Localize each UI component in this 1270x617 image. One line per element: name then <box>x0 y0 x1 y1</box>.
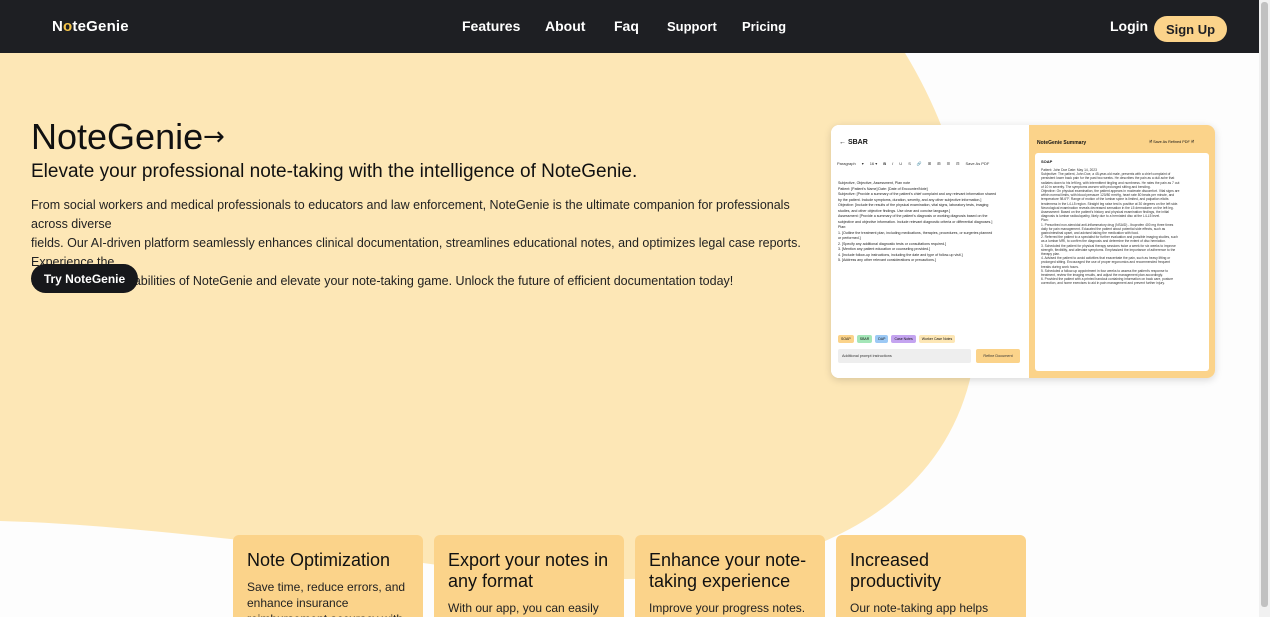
feature-card-export: Export your notes in any format With our… <box>434 535 624 617</box>
summary-panel: NoteGenie Summary 🗎 Save As Refined PDF … <box>1029 125 1215 378</box>
editor-toolbar: Paragraph ▾ 16 ▾ B I U S 🔗 ⊞ ⊞ ☰ ⊟ Save … <box>837 161 1023 169</box>
nav-link-features[interactable]: Features <box>462 18 520 34</box>
app-preview-image: ← SBAR Paragraph ▾ 16 ▾ B I U S 🔗 ⊞ ⊞ ☰ … <box>831 125 1215 378</box>
feature-card-title: Increased productivity <box>850 550 942 591</box>
login-link[interactable]: Login <box>1110 18 1148 34</box>
hero-description: From social workers and medical professi… <box>31 196 821 291</box>
top-navbar: NoteGenie Features About Faq Support Pri… <box>0 0 1259 53</box>
template-chips: SOAP SBAR DAP Case Notes Worker Case Not… <box>838 335 956 343</box>
summary-document: SOAP Patient: John Doe Date: May 14, 202… <box>1035 153 1209 371</box>
editor-line: Subjective: [Provide a summary of the pa… <box>838 192 997 196</box>
toolbar-item: B <box>883 161 887 166</box>
notegenie-logo[interactable]: NoteGenie <box>52 18 129 35</box>
hero-description-line: From social workers and medical professi… <box>31 198 790 231</box>
logo-text-part: teGenie <box>72 18 129 35</box>
toolbar-item: ⊞ <box>937 161 941 166</box>
nav-link-pricing[interactable]: Pricing <box>742 19 786 34</box>
toolbar-item: ⊞ <box>927 161 932 166</box>
feature-card-title: Note Optimization <box>247 550 391 570</box>
hero-subtitle: Elevate your professional note-taking wi… <box>31 161 638 182</box>
toolbar-item: 16 ▾ <box>869 161 878 166</box>
refine-document-preview: Refine Document <box>976 349 1020 363</box>
toolbar-item: ▾ <box>861 161 864 166</box>
scrollbar-thumb[interactable] <box>1261 2 1268 607</box>
chip-worker-case-notes: Worker Case Notes <box>918 335 956 343</box>
logo-text-part: N <box>52 18 64 35</box>
feature-card-body: With our app, you can easily <box>448 601 599 615</box>
back-sbar-label: ← SBAR <box>839 139 868 146</box>
feature-card-title: Enhance your note-taking experience <box>649 550 807 591</box>
toolbar-item: ☰ <box>946 161 951 166</box>
try-notegenie-button[interactable]: Try NoteGenie <box>31 264 138 293</box>
nav-link-faq[interactable]: Faq <box>614 18 639 34</box>
toolbar-item: Save As PDF <box>965 161 990 166</box>
summary-title: NoteGenie Summary <box>1037 140 1087 146</box>
prompt-input-preview: Additional prompt instructions <box>838 349 971 363</box>
toolbar-item: U <box>899 161 903 166</box>
editor-line: 5. [Address any other relevant considera… <box>838 258 936 262</box>
toolbar-item: Paragraph <box>837 161 856 166</box>
toolbar-item: S <box>908 161 911 166</box>
hero-description-line: transformative capabilities of NoteGenie… <box>31 274 734 288</box>
feature-card-productivity: Increased productivity Our note-taking a… <box>836 535 1026 617</box>
feature-card-title: Export your notes in any format <box>448 550 609 591</box>
summary-doc-heading: SOAP <box>1041 159 1053 164</box>
nav-link-about[interactable]: About <box>545 18 585 34</box>
editor-panel: ← SBAR Paragraph ▾ 16 ▾ B I U S 🔗 ⊞ ⊞ ☰ … <box>831 125 1029 378</box>
page-scrollbar[interactable] <box>1259 0 1270 617</box>
summary-actions: 🗎 Save As Refined PDF 🗎 <box>1149 140 1194 144</box>
summary-line: correction, and home exercises to aid in… <box>1041 281 1165 286</box>
feature-card-body: Improve your progress notes. <box>649 601 806 615</box>
hero-title: NoteGenie <box>31 116 204 157</box>
chip-soap: SOAP <box>838 335 854 343</box>
feature-card-body: Save time, reduce errors, and enhance in… <box>247 580 406 617</box>
feature-card-body: Our note-taking app helps you <box>850 601 989 615</box>
editor-text: Subjective, Objective, Assessment, Plan … <box>838 181 1022 264</box>
chip-sbar: SBAR <box>856 335 873 343</box>
toolbar-item: I <box>892 161 894 166</box>
feature-card-note-optimization: Note Optimization Save time, reduce erro… <box>233 535 423 617</box>
chip-dap: DAP <box>875 335 889 343</box>
feature-card-enhance: Enhance your note-taking experience Impr… <box>635 535 825 617</box>
chip-case-notes: Case Notes <box>891 335 916 343</box>
toolbar-item: ⊟ <box>956 161 960 166</box>
hero-arrow-icon[interactable]: → <box>203 122 225 152</box>
sign-up-button[interactable]: Sign Up <box>1154 16 1227 42</box>
hero-description-line: fields. Our AI-driven platform seamlessl… <box>31 236 801 269</box>
toolbar-item: 🔗 <box>916 161 922 166</box>
nav-link-support[interactable]: Support <box>667 19 717 34</box>
